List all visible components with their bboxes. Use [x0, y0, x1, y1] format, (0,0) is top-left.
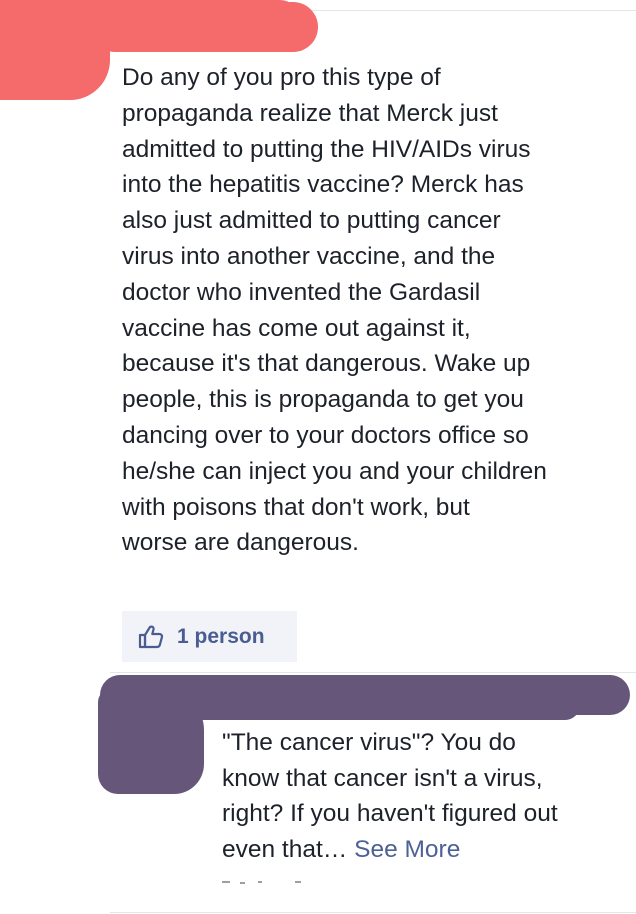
- post-line: virus into another vaccine, and the: [122, 242, 496, 270]
- post-line: he/she can inject you and your children: [122, 457, 547, 485]
- post-line: into the hepatitis vaccine? Merck has: [122, 171, 524, 199]
- post-line: Do any of you pro this type of: [122, 64, 441, 91]
- post-line: vaccine has come out against it,: [122, 314, 471, 342]
- reply-line: "The cancer virus"? You do: [222, 729, 516, 756]
- reply-line: know that cancer isn't a virus,: [222, 764, 543, 792]
- reply-last-line: even that…: [222, 835, 355, 863]
- see-more-link[interactable]: See More: [354, 836, 460, 863]
- reply-body: "The cancer virus"? You do know that can…: [222, 725, 622, 867]
- post-line: doctor who invented the Gardasil: [122, 278, 481, 306]
- comment-divider: [110, 672, 636, 673]
- post-line: admitted to putting the HIV/AIDs virus: [122, 135, 531, 163]
- thumbs-up-icon: [138, 624, 164, 650]
- post-line: dancing over to your doctors office so: [122, 421, 529, 449]
- post-line: with poisons that don't work, but: [122, 493, 470, 521]
- post-line: also just admitted to putting cancer: [122, 207, 501, 235]
- post-body: Do any of you pro this type of propagand…: [122, 60, 622, 561]
- bottom-divider: [110, 912, 636, 913]
- post-line: because it's that dangerous. Wake up: [122, 350, 531, 378]
- reply-line: even that… See More: [222, 832, 622, 868]
- post-line: worse are dangerous.: [122, 529, 359, 557]
- like-count[interactable]: 1 person: [177, 623, 265, 650]
- reply-line: right? If you haven't figured out: [222, 800, 558, 827]
- post-line: people, this is propaganda to get you: [122, 386, 524, 414]
- like-summary[interactable]: 1 person: [122, 611, 297, 662]
- post-line: propaganda realize that Merck just: [122, 99, 498, 127]
